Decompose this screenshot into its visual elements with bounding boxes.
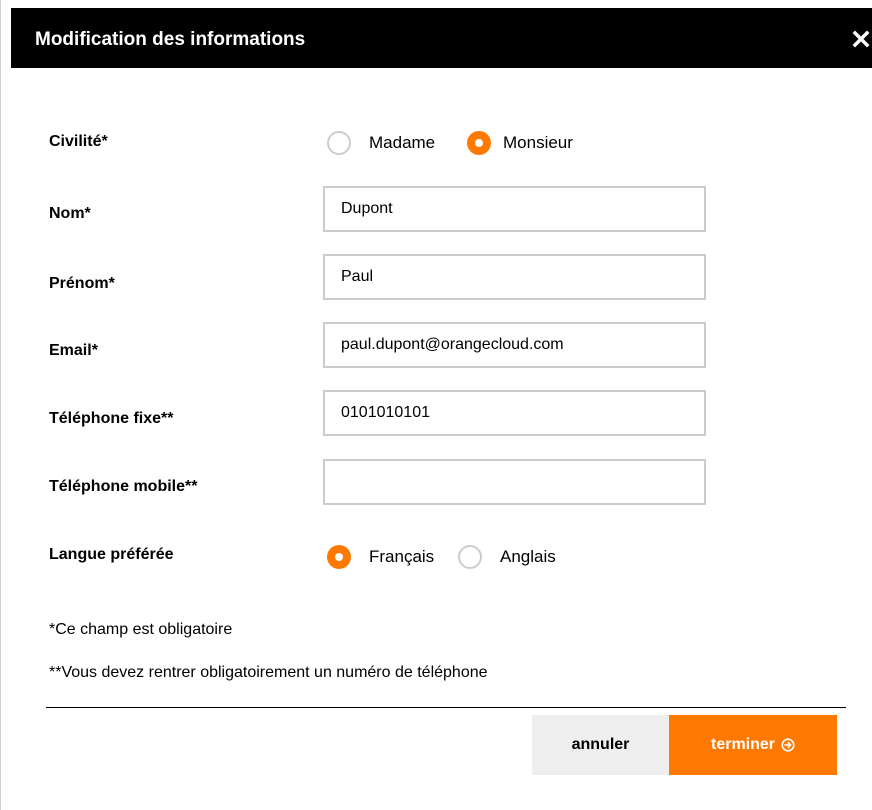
edit-info-modal: Modification des informations Civilité* … bbox=[0, 0, 872, 810]
email-field[interactable] bbox=[323, 322, 706, 368]
prenom-field[interactable] bbox=[323, 254, 706, 300]
nom-field[interactable] bbox=[323, 186, 706, 232]
radio-francais[interactable]: Français bbox=[327, 545, 434, 569]
finish-button[interactable]: terminer bbox=[669, 715, 837, 775]
phone-required-note: **Vous devez rentrer obligatoirement un … bbox=[49, 664, 488, 681]
radio-francais-label: Français bbox=[369, 547, 435, 566]
close-icon bbox=[852, 30, 870, 48]
top-strip bbox=[1, 0, 872, 8]
radio-monsieur[interactable]: Monsieur bbox=[467, 131, 573, 155]
required-note: *Ce champ est obligatoire bbox=[49, 621, 233, 638]
arrow-circle-right-icon bbox=[781, 738, 795, 752]
email-label: Email* bbox=[49, 342, 98, 359]
civilite-label: Civilité* bbox=[49, 133, 108, 150]
finish-button-label: terminer bbox=[710, 736, 776, 753]
radio-monsieur-label: Monsieur bbox=[503, 133, 573, 152]
langue-label: Langue préférée bbox=[49, 546, 174, 563]
radio-anglais-circle[interactable] bbox=[458, 545, 482, 569]
radio-monsieur-circle[interactable] bbox=[467, 131, 491, 155]
radio-francais-circle[interactable] bbox=[327, 545, 351, 569]
telephone-fixe-field[interactable] bbox=[323, 390, 706, 436]
nom-label: Nom* bbox=[49, 205, 91, 222]
divider bbox=[46, 707, 846, 708]
radio-anglais[interactable]: Anglais bbox=[458, 545, 556, 569]
prenom-label: Prénom* bbox=[49, 275, 115, 292]
telephone-mobile-field[interactable] bbox=[323, 459, 706, 505]
telephone-mobile-label: Téléphone mobile** bbox=[49, 478, 198, 495]
telephone-fixe-label: Téléphone fixe** bbox=[49, 410, 174, 427]
radio-madame-circle[interactable] bbox=[327, 131, 351, 155]
radio-anglais-label: Anglais bbox=[500, 547, 556, 566]
radio-madame-label: Madame bbox=[369, 133, 436, 152]
close-button[interactable] bbox=[851, 24, 872, 54]
modal-header: Modification des informations bbox=[11, 8, 872, 68]
modal-title: Modification des informations bbox=[35, 29, 306, 50]
cancel-button[interactable]: annuler bbox=[532, 715, 669, 775]
radio-madame[interactable]: Madame bbox=[327, 131, 435, 155]
